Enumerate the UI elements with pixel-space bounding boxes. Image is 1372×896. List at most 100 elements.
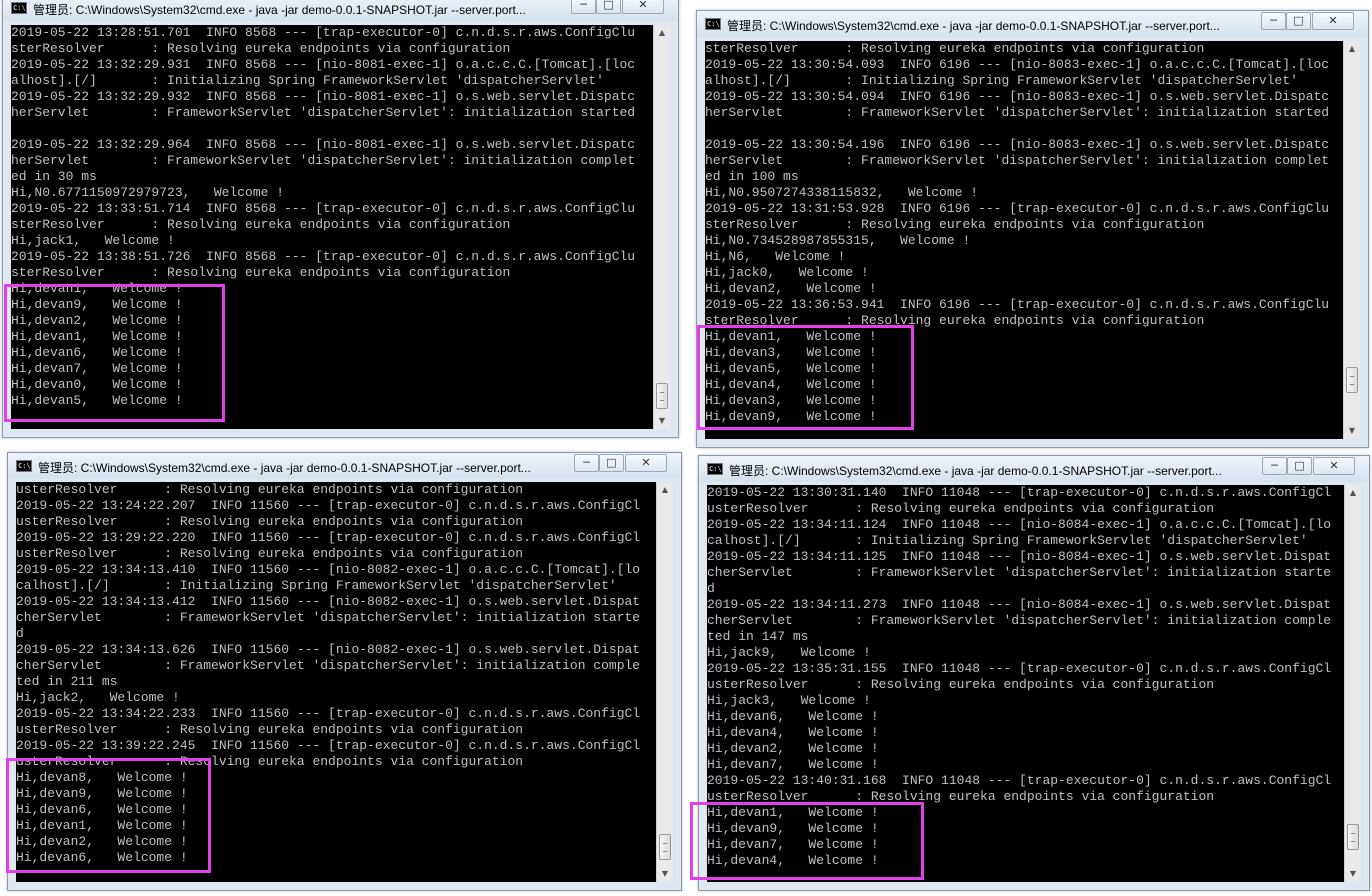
console-line: herServlet : FrameworkServlet 'dispatche… — [11, 105, 636, 120]
console-line: Hi,devan7, Welcome ! — [707, 757, 879, 772]
vertical-scrollbar[interactable]: ▲ ▼ — [656, 482, 673, 882]
console-output[interactable]: sterResolver : Resolving eureka endpoint… — [705, 41, 1343, 439]
console-line: Hi,devan2, Welcome ! — [707, 741, 879, 756]
console-line: Hi,devan4, Welcome ! — [707, 725, 879, 740]
console-line: cherServlet : FrameworkServlet 'dispatch… — [707, 565, 1332, 580]
console-line: 2019-05-22 13:24:22.207 INFO 11560 --- [… — [16, 498, 641, 513]
console-line: usterResolver : Resolving eureka endpoin… — [707, 789, 1215, 804]
close-button[interactable]: ✕ — [1312, 12, 1354, 30]
close-button[interactable]: ✕ — [1313, 457, 1355, 475]
console-line: cherServlet : FrameworkServlet 'dispatch… — [16, 658, 641, 673]
scroll-down-arrow-icon[interactable]: ▼ — [654, 413, 670, 429]
console-line: Hi,devan1, Welcome ! — [11, 281, 183, 296]
console-line: calhost].[/] : Initializing Spring Frame… — [707, 533, 1308, 548]
console-line: 2019-05-22 13:34:11.124 INFO 11048 --- [… — [707, 517, 1332, 532]
console-output[interactable]: 2019-05-22 13:28:51.701 INFO 8568 --- [t… — [11, 25, 653, 429]
close-button[interactable]: ✕ — [625, 454, 667, 472]
minimize-button[interactable]: ─ — [1262, 457, 1287, 475]
console-line: usterResolver : Resolving eureka endpoin… — [16, 722, 524, 737]
maximize-button[interactable]: □ — [1286, 12, 1311, 30]
scroll-up-arrow-icon[interactable]: ▲ — [657, 482, 673, 498]
console-window-2[interactable]: C:\ 管理员: C:\Windows\System32\cmd.exe - j… — [696, 10, 1369, 448]
console-line: 2019-05-22 13:30:31.140 INFO 11048 --- [… — [707, 485, 1332, 500]
cmd-icon: C:\ — [705, 18, 721, 30]
scroll-thumb[interactable] — [1346, 367, 1358, 393]
console-window-4[interactable]: C:\ 管理员: C:\Windows\System32\cmd.exe - j… — [698, 455, 1370, 891]
console-line: Hi,devan1, Welcome ! — [705, 329, 877, 344]
console-line: 2019-05-22 13:34:22.233 INFO 11560 --- [… — [16, 706, 641, 721]
console-line: herServlet : FrameworkServlet 'dispatche… — [705, 105, 1330, 120]
console-line: Hi,N0.9507274338115832, Welcome ! — [705, 185, 979, 200]
console-line: 2019-05-22 13:32:29.931 INFO 8568 --- [n… — [11, 57, 636, 72]
console-line: d — [16, 626, 24, 641]
scroll-up-arrow-icon[interactable]: ▲ — [654, 25, 670, 41]
console-line: Hi,devan3, Welcome ! — [705, 393, 877, 408]
vertical-scrollbar[interactable]: ▲ ▼ — [653, 25, 670, 429]
scroll-down-arrow-icon[interactable]: ▼ — [657, 866, 673, 882]
console-window-1[interactable]: C:\ 管理员: C:\Windows\System32\cmd.exe - j… — [2, 0, 679, 438]
console-line: ted in 147 ms — [707, 629, 809, 644]
minimize-button[interactable]: ─ — [574, 454, 599, 472]
console-line: usterResolver : Resolving eureka endpoin… — [16, 754, 524, 769]
console-line: Hi,devan9, Welcome ! — [16, 786, 188, 801]
scroll-up-arrow-icon[interactable]: ▲ — [1344, 41, 1360, 57]
console-line: sterResolver : Resolving eureka endpoint… — [11, 217, 511, 232]
console-line: Hi,jack1, Welcome ! — [11, 233, 175, 248]
scroll-thumb[interactable] — [1347, 824, 1359, 850]
window-title: 管理员: C:\Windows\System32\cmd.exe - java … — [727, 19, 1220, 33]
console-line: Hi,devan2, Welcome ! — [11, 313, 183, 328]
maximize-button[interactable]: □ — [599, 454, 624, 472]
console-output[interactable]: usterResolver : Resolving eureka endpoin… — [16, 482, 656, 882]
minimize-button[interactable]: ─ — [571, 0, 596, 14]
title-bar[interactable]: C:\ 管理员: C:\Windows\System32\cmd.exe - j… — [697, 11, 1368, 37]
console-line: alhost].[/] : Initializing Spring Framew… — [11, 73, 604, 88]
console-line: 2019-05-22 13:35:31.155 INFO 11048 --- [… — [707, 661, 1332, 676]
console-line: sterResolver : Resolving eureka endpoint… — [11, 41, 511, 56]
console-line: ed in 100 ms — [705, 169, 799, 184]
console-line: usterResolver : Resolving eureka endpoin… — [16, 546, 524, 561]
console-line: sterResolver : Resolving eureka endpoint… — [705, 41, 1205, 56]
scroll-thumb[interactable] — [659, 834, 671, 860]
console-line: Hi,devan3, Welcome ! — [705, 345, 877, 360]
console-line: 2019-05-22 13:30:54.093 INFO 6196 --- [n… — [705, 57, 1330, 72]
console-line: sterResolver : Resolving eureka endpoint… — [705, 217, 1205, 232]
cmd-icon: C:\ — [707, 463, 723, 475]
console-line: Hi,N0.734528987855315, Welcome ! — [705, 233, 971, 248]
console-line: Hi,devan5, Welcome ! — [11, 393, 183, 408]
console-line: Hi,devan1, Welcome ! — [707, 805, 879, 820]
scroll-down-arrow-icon[interactable]: ▼ — [1344, 423, 1360, 439]
console-line: Hi,devan7, Welcome ! — [707, 837, 879, 852]
console-line: Hi,devan2, Welcome ! — [705, 281, 877, 296]
console-line: sterResolver : Resolving eureka endpoint… — [11, 265, 511, 280]
maximize-button[interactable]: □ — [1287, 457, 1312, 475]
console-line: Hi,jack3, Welcome ! — [707, 693, 871, 708]
console-line: 2019-05-22 13:36:53.941 INFO 6196 --- [t… — [705, 297, 1330, 312]
console-line: Hi,devan8, Welcome ! — [16, 770, 188, 785]
maximize-button[interactable]: □ — [596, 0, 621, 14]
console-line: herServlet : FrameworkServlet 'dispatche… — [11, 153, 636, 168]
scroll-up-arrow-icon[interactable]: ▲ — [1345, 485, 1361, 501]
console-line: ed in 30 ms — [11, 169, 97, 184]
console-line: d — [707, 581, 715, 596]
window-title: 管理员: C:\Windows\System32\cmd.exe - java … — [729, 464, 1222, 478]
console-line: herServlet : FrameworkServlet 'dispatche… — [705, 153, 1330, 168]
title-bar[interactable]: C:\ 管理员: C:\Windows\System32\cmd.exe - j… — [3, 0, 678, 21]
minimize-button[interactable]: ─ — [1261, 12, 1286, 30]
cmd-icon: C:\ — [16, 460, 32, 472]
close-button[interactable]: ✕ — [622, 0, 664, 14]
title-bar[interactable]: C:\ 管理员: C:\Windows\System32\cmd.exe - j… — [699, 456, 1369, 482]
console-line: Hi,devan9, Welcome ! — [707, 821, 879, 836]
console-line: Hi,devan2, Welcome ! — [16, 834, 188, 849]
console-window-3[interactable]: C:\ 管理员: C:\Windows\System32\cmd.exe - j… — [7, 452, 682, 891]
console-output[interactable]: 2019-05-22 13:30:31.140 INFO 11048 --- [… — [707, 485, 1344, 882]
console-line: usterResolver : Resolving eureka endpoin… — [16, 514, 524, 529]
title-bar[interactable]: C:\ 管理员: C:\Windows\System32\cmd.exe - j… — [8, 453, 681, 479]
scroll-thumb[interactable] — [656, 383, 668, 409]
vertical-scrollbar[interactable]: ▲ ▼ — [1343, 41, 1360, 439]
vertical-scrollbar[interactable]: ▲ ▼ — [1344, 485, 1361, 882]
console-line: usterResolver : Resolving eureka endpoin… — [707, 677, 1215, 692]
console-line: 2019-05-22 13:30:54.094 INFO 6196 --- [n… — [705, 89, 1330, 104]
scroll-down-arrow-icon[interactable]: ▼ — [1345, 866, 1361, 882]
console-line: 2019-05-22 13:34:13.412 INFO 11560 --- [… — [16, 594, 641, 609]
console-line: Hi,devan6, Welcome ! — [707, 709, 879, 724]
